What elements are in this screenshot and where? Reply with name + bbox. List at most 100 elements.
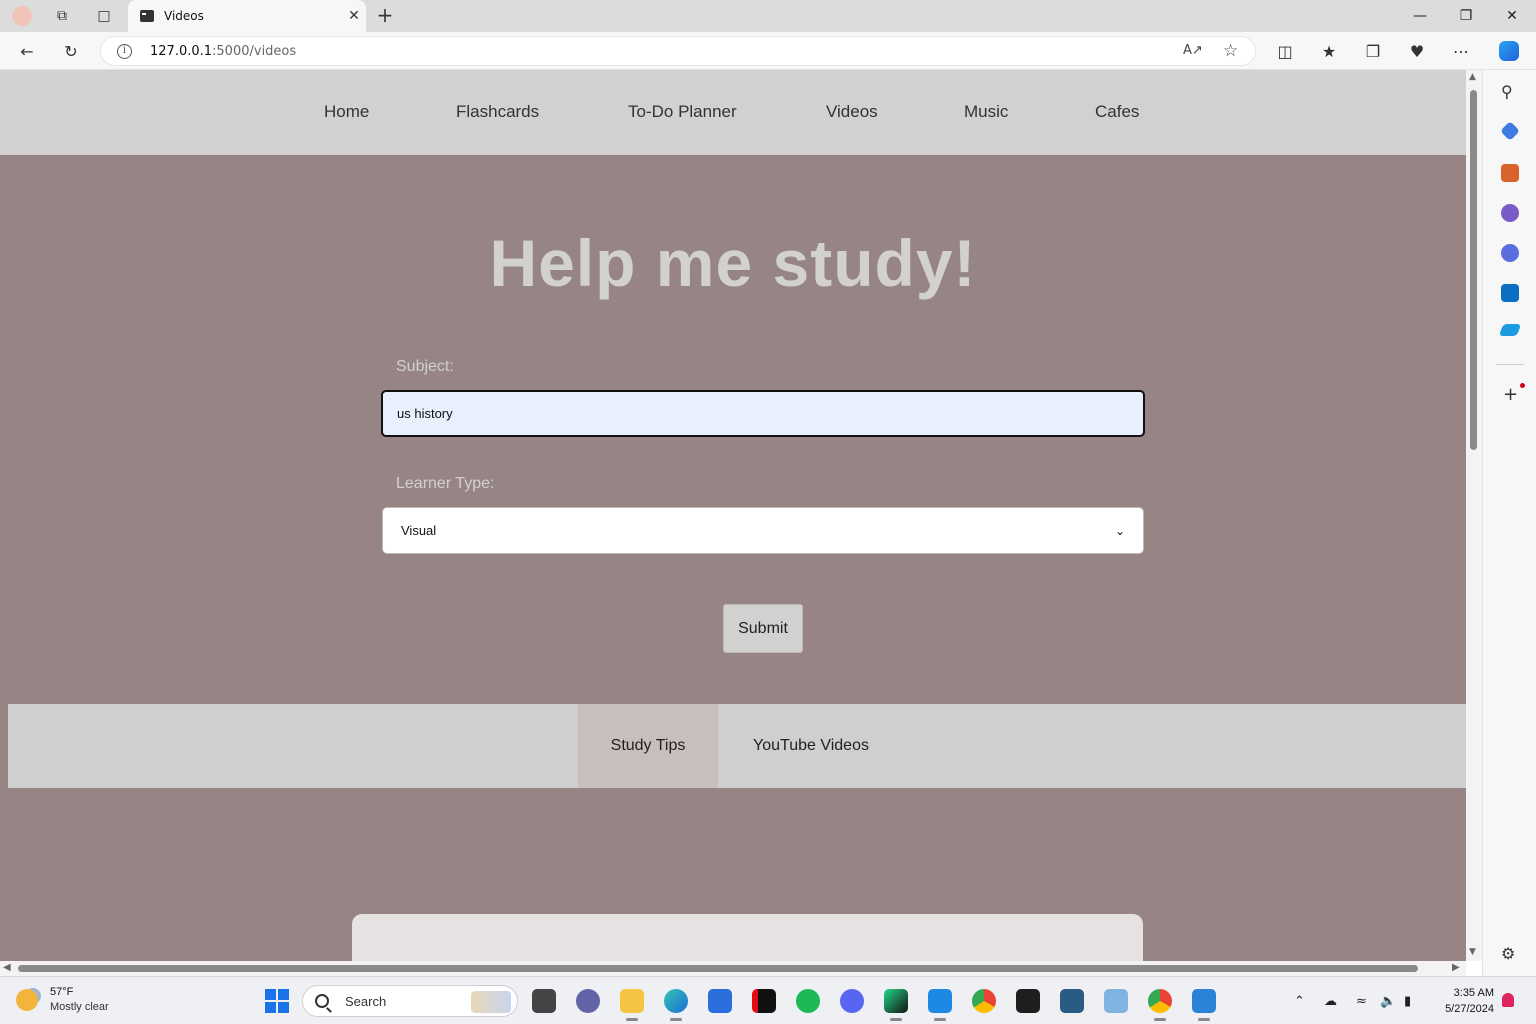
subject-input[interactable] — [381, 390, 1145, 437]
profile-avatar-icon[interactable] — [8, 4, 36, 28]
drop-icon[interactable] — [1498, 324, 1522, 336]
tab-study-tips[interactable]: Study Tips — [578, 704, 718, 788]
learner-type-value: Visual — [401, 523, 437, 538]
terminal-favicon-icon — [140, 10, 154, 22]
nav-flashcards[interactable]: Flashcards — [456, 102, 539, 122]
clock-date: 5/27/2024 — [1445, 1003, 1494, 1015]
photos-icon[interactable] — [1192, 989, 1216, 1021]
weather-widget[interactable]: 57°F Mostly clear — [16, 985, 109, 1015]
close-window-button[interactable]: ✕ — [1492, 4, 1532, 28]
scroll-left-icon[interactable]: ◀ — [3, 962, 11, 973]
site-info-icon[interactable]: i — [117, 44, 132, 59]
horizontal-scroll-thumb[interactable] — [18, 965, 1418, 972]
games-icon[interactable] — [1501, 204, 1519, 222]
new-tab-button[interactable]: + — [374, 4, 396, 28]
nav-cafes[interactable]: Cafes — [1095, 102, 1139, 122]
page-viewport: Home Flashcards To-Do Planner Videos Mus… — [0, 70, 1466, 961]
browser-titlebar: ⧉ □ Videos ✕ + — ❐ ✕ — [0, 0, 1536, 32]
content-tabs: Study Tips YouTube Videos — [8, 704, 1466, 788]
workspaces-icon[interactable]: ⧉ — [48, 4, 76, 28]
netflix-icon[interactable] — [752, 989, 776, 1013]
outlook-icon[interactable] — [1501, 284, 1519, 302]
notification-bell-icon[interactable] — [1502, 993, 1514, 1007]
scroll-up-icon[interactable]: ▲ — [1469, 72, 1476, 82]
browser-toolbar: ← ↻ i 127.0.0.1:5000/videos A↗ ☆ ◫ ★ ❐ ♥… — [0, 32, 1536, 70]
nav-videos[interactable]: Videos — [826, 102, 878, 122]
tools-icon[interactable] — [1501, 164, 1519, 182]
nav-todo-planner[interactable]: To-Do Planner — [628, 102, 737, 122]
tab-youtube-videos[interactable]: YouTube Videos — [728, 704, 894, 788]
taskbar-search-placeholder: Search — [345, 993, 387, 1009]
show-hidden-icons-chevron-icon[interactable]: ⌃ — [1294, 994, 1305, 1009]
weather-moon-icon — [16, 989, 38, 1011]
task-view-icon[interactable] — [532, 989, 556, 1013]
microsoft-365-icon[interactable] — [1501, 244, 1519, 262]
nav-music[interactable]: Music — [964, 102, 1008, 122]
address-bar[interactable]: i 127.0.0.1:5000/videos A↗ ☆ — [100, 36, 1256, 66]
volume-muted-icon[interactable]: 🔈 — [1380, 994, 1396, 1009]
taskbar-search[interactable]: Search — [302, 985, 518, 1017]
copilot-icon[interactable] — [1496, 39, 1522, 63]
nav-home[interactable]: Home — [324, 102, 369, 122]
shopping-tag-icon[interactable] — [1500, 121, 1520, 141]
browser-essentials-icon[interactable]: ♥ — [1404, 39, 1430, 63]
vscode-icon[interactable] — [928, 989, 952, 1021]
split-screen-icon[interactable]: ◫ — [1272, 39, 1298, 63]
scroll-down-icon[interactable]: ▼ — [1469, 947, 1476, 957]
more-options-icon[interactable]: ⋯ — [1448, 39, 1474, 63]
read-aloud-icon[interactable]: A↗ — [1183, 43, 1203, 58]
settings-gear-icon[interactable]: ⚙ — [1501, 944, 1515, 963]
tab-title: Videos — [164, 9, 204, 23]
add-icon[interactable]: + — [1503, 384, 1518, 405]
wifi-icon[interactable]: ≈ — [1356, 994, 1367, 1009]
site-navigation: Home Flashcards To-Do Planner Videos Mus… — [0, 70, 1466, 155]
vertical-scrollbar[interactable]: ▲ ▼ — [1466, 70, 1482, 961]
favorites-icon[interactable]: ★ — [1316, 39, 1342, 63]
scroll-right-icon[interactable]: ▶ — [1452, 962, 1460, 973]
notification-dot-icon — [1520, 383, 1525, 388]
favorite-star-icon[interactable]: ☆ — [1223, 41, 1238, 61]
battery-icon[interactable]: ▮ — [1404, 994, 1411, 1009]
system-clock[interactable]: 3:35 AM 5/27/2024 — [1432, 985, 1494, 1017]
discord-icon[interactable] — [840, 989, 864, 1013]
tab-videos[interactable]: Videos ✕ — [128, 0, 366, 32]
horizontal-scrollbar[interactable]: ◀ ▶ — [0, 961, 1466, 976]
weather-desc: Mostly clear — [50, 1001, 109, 1013]
edge-sidebar: ⚲ + ⚙ — [1482, 70, 1536, 976]
mysql-workbench-icon[interactable] — [1060, 989, 1084, 1013]
chevron-down-icon: ⌄ — [1114, 523, 1125, 538]
results-card — [352, 914, 1143, 961]
url-text: 127.0.0.1:5000/videos — [150, 44, 297, 59]
back-arrow-icon[interactable]: ← — [14, 39, 40, 63]
restore-button[interactable]: ❐ — [1446, 4, 1486, 28]
search-icon[interactable]: ⚲ — [1501, 82, 1513, 101]
search-highlight-image — [471, 991, 511, 1013]
windows-taskbar: 57°F Mostly clear Search ⌃ ☁ ≈ 🔈 ▮ 3:35 … — [0, 976, 1536, 1024]
edge-browser-icon[interactable] — [664, 989, 688, 1021]
learner-type-select[interactable]: Visual ⌄ — [382, 507, 1144, 554]
terminal-icon[interactable] — [1016, 989, 1040, 1013]
teams-icon[interactable] — [576, 989, 600, 1013]
submit-button[interactable]: Submit — [723, 604, 803, 653]
sidebar-divider — [1496, 364, 1524, 365]
learner-type-label: Learner Type: — [396, 475, 495, 492]
vertical-tabs-icon[interactable]: □ — [90, 4, 118, 28]
chrome-profile-icon[interactable] — [1148, 989, 1172, 1021]
minimize-button[interactable]: — — [1400, 4, 1440, 28]
close-tab-icon[interactable]: ✕ — [342, 8, 366, 24]
control-panel-icon[interactable] — [1104, 989, 1128, 1013]
clock-time: 3:35 AM — [1453, 987, 1494, 999]
page-title: Help me study! — [489, 226, 977, 300]
pycharm-icon[interactable] — [884, 989, 908, 1021]
file-explorer-icon[interactable] — [620, 989, 644, 1021]
subject-label: Subject: — [396, 358, 454, 375]
collections-icon[interactable]: ❐ — [1360, 39, 1386, 63]
chrome-icon[interactable] — [972, 989, 996, 1013]
spotify-icon[interactable] — [796, 989, 820, 1013]
vertical-scroll-thumb[interactable] — [1470, 90, 1477, 450]
start-windows-icon[interactable] — [265, 989, 289, 1013]
search-icon — [315, 994, 329, 1008]
onedrive-cloud-icon[interactable]: ☁ — [1324, 994, 1337, 1009]
refresh-icon[interactable]: ↻ — [58, 39, 84, 63]
microsoft-store-icon[interactable] — [708, 989, 732, 1013]
